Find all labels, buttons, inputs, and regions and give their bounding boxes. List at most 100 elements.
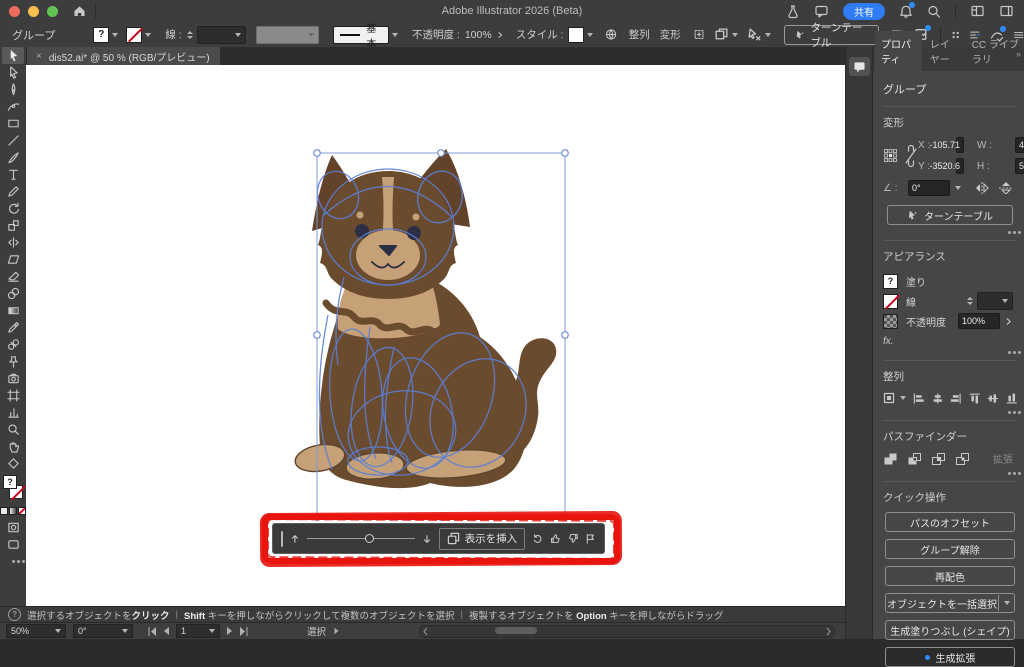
line-segment-tool[interactable] <box>2 132 24 149</box>
generative-fill-button[interactable]: 生成塗りつぶし (シェイプ) <box>885 620 1015 640</box>
symbol-sprayer-tool[interactable] <box>2 353 24 370</box>
bounding-box-icon[interactable] <box>693 27 705 42</box>
panel-collapse-button[interactable]: » <box>1016 49 1021 59</box>
zoom-level-dropdown[interactable]: 50% <box>6 624 66 638</box>
align-left-icon[interactable] <box>913 392 925 405</box>
pathfinder-expand-button[interactable]: 拡張 <box>993 451 1017 466</box>
next-artboard-button[interactable] <box>227 627 232 635</box>
stroke-color-control[interactable] <box>126 27 151 43</box>
window-minimize-button[interactable] <box>28 6 39 17</box>
eraser-tool[interactable] <box>2 268 24 285</box>
transform-menu-button[interactable]: 変形 <box>660 27 681 42</box>
color-mode-buttons[interactable] <box>2 502 24 519</box>
rotation-dropdown[interactable]: 0° <box>73 624 133 638</box>
opacity-more-chevron-icon[interactable] <box>1004 317 1013 326</box>
shape-builder-tool[interactable] <box>2 285 24 302</box>
pathfinder-intersect-icon[interactable] <box>931 452 946 466</box>
status-expand-icon[interactable] <box>335 628 339 634</box>
appearance-fill-swatch[interactable]: ? <box>883 274 898 289</box>
artboard-tool[interactable] <box>2 387 24 404</box>
h-field[interactable]: 575.386 <box>1015 158 1024 174</box>
y-field[interactable]: -3520.6 <box>956 158 964 174</box>
graph-tool[interactable] <box>2 370 24 387</box>
reference-point-locator[interactable] <box>883 148 898 163</box>
previous-variation-icon[interactable] <box>290 533 300 545</box>
align-center-vertical-icon[interactable] <box>987 392 999 405</box>
beta-flask-icon[interactable] <box>786 4 800 19</box>
chart-tool[interactable] <box>2 404 24 421</box>
blend-tool[interactable] <box>2 336 24 353</box>
curvature-tool[interactable] <box>2 98 24 115</box>
tab-layers[interactable]: レイヤー <box>924 31 964 71</box>
artboard-number-dropdown[interactable]: 1 <box>176 624 220 638</box>
selection-tool[interactable] <box>2 47 24 64</box>
flip-vertical-icon[interactable] <box>999 182 1013 194</box>
select-similar-dropdown[interactable] <box>747 27 771 42</box>
variation-slider[interactable] <box>307 533 414 545</box>
rotate-view-tool[interactable] <box>2 455 24 472</box>
fx-button[interactable]: fx. <box>883 336 894 347</box>
document-tab[interactable]: × dis52.ai* @ 50 % (RGB/プレビュー) <box>26 47 220 65</box>
rotation-field[interactable]: 0° <box>908 180 950 196</box>
tab-properties[interactable]: プロパティ <box>875 31 922 71</box>
arrange-documents-icon[interactable] <box>970 4 985 18</box>
x-field[interactable]: -105.71 <box>956 137 964 153</box>
align-menu-button[interactable]: 整列 <box>629 27 650 42</box>
home-icon[interactable] <box>72 4 87 18</box>
constrain-proportions-icon[interactable] <box>904 143 918 169</box>
stroke-weight-dropdown[interactable] <box>197 26 246 44</box>
taskbar-drag-handle[interactable] <box>281 531 283 547</box>
thumbs-up-icon[interactable] <box>550 532 561 545</box>
horizontal-scrollbar[interactable] <box>419 625 835 638</box>
scroll-right-arrow-icon[interactable] <box>825 627 832 636</box>
graphic-style-dropdown[interactable] <box>568 27 593 43</box>
direct-selection-tool[interactable] <box>2 64 24 81</box>
next-variation-icon[interactable] <box>422 533 432 545</box>
none-button[interactable] <box>18 507 26 515</box>
screen-mode-button[interactable] <box>2 536 24 553</box>
contextual-taskbar[interactable]: 表示を挿入 <box>272 523 605 554</box>
scroll-left-arrow-icon[interactable] <box>422 627 429 636</box>
rotation-dropdown-chevron-icon[interactable] <box>955 186 961 190</box>
tab-close-button[interactable]: × <box>36 51 42 62</box>
gradient-button[interactable] <box>9 507 17 515</box>
pathfinder-minus-front-icon[interactable] <box>907 452 922 466</box>
last-artboard-button[interactable] <box>239 627 249 636</box>
gradient-tool[interactable] <box>2 302 24 319</box>
window-zoom-button[interactable] <box>47 6 58 17</box>
toolbar-more-button[interactable] <box>2 553 24 570</box>
transform-more-icon[interactable] <box>1008 231 1011 234</box>
first-artboard-button[interactable] <box>147 627 157 636</box>
align-to-dropdown[interactable] <box>883 391 906 405</box>
feedback-icon[interactable] <box>814 4 829 18</box>
document-setup-icon[interactable] <box>605 27 617 42</box>
stroke-weight-stepper[interactable] <box>187 31 193 39</box>
brush-definition-dropdown[interactable]: 基本 <box>333 26 398 44</box>
opacity-panel-chevron-icon[interactable] <box>496 30 504 40</box>
share-button[interactable]: 共有 <box>843 3 885 20</box>
stroke-weight-panel-dropdown[interactable] <box>977 292 1013 310</box>
paintbrush-tool[interactable] <box>2 149 24 166</box>
turntable-panel-button[interactable]: ターンテーブル <box>887 205 1013 225</box>
align-more-icon[interactable] <box>1008 411 1011 414</box>
flip-horizontal-icon[interactable] <box>975 182 989 194</box>
pathfinder-more-icon[interactable] <box>1008 472 1011 475</box>
opacity-field[interactable]: 100% <box>958 313 1000 329</box>
notifications-button[interactable] <box>899 4 913 19</box>
rotate-tool[interactable] <box>2 200 24 217</box>
artboard-canvas[interactable]: 表示を挿入 <box>26 65 845 606</box>
scale-tool[interactable] <box>2 217 24 234</box>
pathfinder-exclude-icon[interactable] <box>955 452 970 466</box>
report-flag-icon[interactable] <box>585 532 596 545</box>
opacity-icon[interactable] <box>883 314 898 329</box>
search-icon[interactable] <box>927 4 941 19</box>
zoom-tool[interactable] <box>2 421 24 438</box>
pencil-tool[interactable] <box>2 183 24 200</box>
fill-stroke-indicator[interactable]: ? <box>2 472 24 502</box>
align-center-horizontal-icon[interactable] <box>932 392 944 405</box>
align-right-icon[interactable] <box>950 392 962 405</box>
ungroup-button[interactable]: グループ解除 <box>885 539 1015 559</box>
shear-tool[interactable] <box>2 251 24 268</box>
fill-indicator-swatch[interactable]: ? <box>3 475 17 489</box>
workspace-switcher-icon[interactable] <box>999 4 1014 18</box>
